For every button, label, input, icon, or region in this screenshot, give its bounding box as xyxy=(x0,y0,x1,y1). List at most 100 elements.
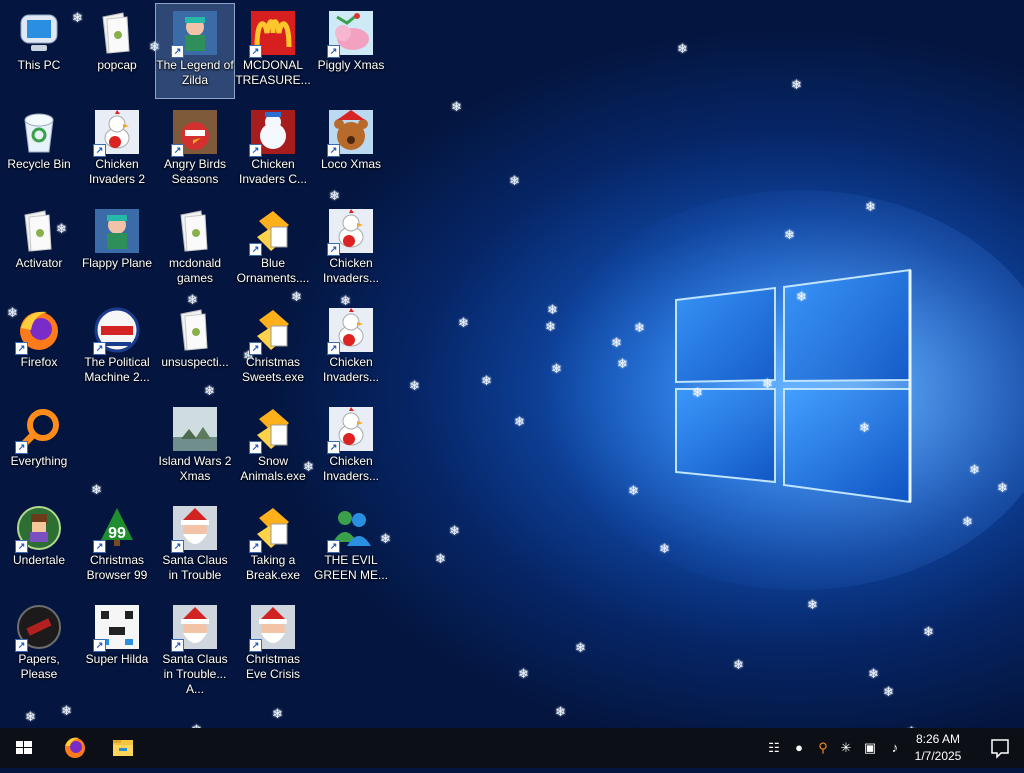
desktop-icon[interactable]: Island Wars 2 Xmas xyxy=(156,400,234,494)
desktop-icon[interactable]: ↗ Christmas Eve Crisis xyxy=(234,598,312,692)
shortcut-arrow-icon: ↗ xyxy=(327,45,340,58)
desktop-icon-label: This PC xyxy=(17,58,61,72)
action-center-button[interactable] xyxy=(976,728,1024,768)
snowflake: ❄ xyxy=(545,319,556,334)
computer-icon xyxy=(15,9,63,57)
desktop-icon[interactable]: ↗ Taking a Break.exe xyxy=(234,499,312,593)
snowflake-icon[interactable]: ✳ xyxy=(838,740,854,756)
desktop-icon[interactable]: ↗ Papers, Please xyxy=(0,598,78,692)
desktop-icon-label: Recycle Bin xyxy=(7,157,71,171)
snowflake: ❄ xyxy=(659,541,670,556)
desktop-icon[interactable]: ↗ Undertale xyxy=(0,499,78,593)
clock[interactable]: 8:26 AM 1/7/2025 xyxy=(905,731,971,765)
snowflake: ❄ xyxy=(91,482,102,497)
windows-start-icon xyxy=(16,741,32,754)
desktop-icon-label: Flappy Plane xyxy=(81,256,153,270)
desktop-icon[interactable]: Activator xyxy=(0,202,78,296)
desktop-icon[interactable]: ↗ Chicken Invaders 2 xyxy=(78,103,156,197)
desktop-icon[interactable]: ↗ Firefox xyxy=(0,301,78,395)
desktop-icon[interactable]: Flappy Plane xyxy=(78,202,156,296)
desktop-icon-label: The Political Machine 2... xyxy=(84,355,150,384)
desktop[interactable]: ❄ ❄ ❄ ❄ ❄ ❄ ❄ ❄ ❄ ❄ ❄ ❄ ❄ ❄ ❄ ❄ ❄ ❄ ❄ ❄ ❄ ❄ ❄ ❄ ❄ ❄ ❄ ❄ ❄ ❄ ❄ ❄ ❄ ❄ ❄ ❄ ❄ ❄ ❄ ❄… xyxy=(0,0,1024,728)
snowflake: ❄ xyxy=(692,385,703,400)
snowflake: ❄ xyxy=(634,320,645,335)
shortcut-arrow-icon: ↗ xyxy=(249,441,262,454)
snowflake: ❄ xyxy=(859,420,870,435)
desktop-icon[interactable]: popcap xyxy=(78,4,156,98)
snowflake: ❄ xyxy=(25,709,36,724)
shortcut-arrow-icon: ↗ xyxy=(249,639,262,652)
shortcut-arrow-icon: ↗ xyxy=(249,243,262,256)
desktop-icon[interactable]: ↗ Everything xyxy=(0,400,78,494)
desktop-icon-label: MCDONAL TREASURE... xyxy=(235,58,311,87)
snowflake: ❄ xyxy=(481,373,492,388)
start-button[interactable] xyxy=(0,728,48,768)
snowflake: ❄ xyxy=(868,666,879,681)
desktop-icon[interactable]: ↗ Santa Claus in Trouble xyxy=(156,499,234,593)
drop-icon[interactable]: ● xyxy=(791,740,807,756)
desktop-icon[interactable]: ↗ Loco Xmas xyxy=(312,103,390,197)
desktop-icon[interactable]: ↗ Blue Ornaments.... xyxy=(234,202,312,296)
desktop-icon[interactable]: ↗ The Legend of Zilda xyxy=(155,3,235,99)
desktop-icon-label: Undertale xyxy=(12,553,66,567)
svg-text:99: 99 xyxy=(108,525,126,542)
desktop-icon[interactable]: ↗ Chicken Invaders... xyxy=(312,400,390,494)
desktop-icon[interactable]: 99 ↗ Christmas Browser 99 xyxy=(78,499,156,593)
desktop-icon-label: Christmas Browser 99 xyxy=(86,553,148,582)
game-icon xyxy=(93,207,141,255)
desktop-icon-label: Taking a Break.exe xyxy=(245,553,301,582)
shortcut-arrow-icon: ↗ xyxy=(15,441,28,454)
shortcut-arrow-icon: ↗ xyxy=(93,342,106,355)
desktop-icon[interactable]: ↗ Snow Animals.exe xyxy=(234,400,312,494)
desktop-icon[interactable]: ↗ Angry Birds Seasons xyxy=(156,103,234,197)
volume-muted-icon[interactable]: ♪ xyxy=(887,740,903,756)
clock-time: 8:26 AM xyxy=(915,732,961,746)
shortcut-arrow-icon: ↗ xyxy=(249,342,262,355)
desktop-icon[interactable]: ↗ THE EVIL GREEN ME... xyxy=(312,499,390,593)
desktop-icon[interactable]: ↗ Santa Claus in Trouble... A... xyxy=(156,598,234,696)
desktop-icon[interactable]: ↗ The Political Machine 2... xyxy=(78,301,156,395)
taskbar-firefox-button[interactable] xyxy=(51,728,99,768)
desktop-icon-label: popcap xyxy=(97,58,137,72)
desktop-icon[interactable]: ↗ Chicken Invaders... xyxy=(312,202,390,296)
clock-date: 1/7/2025 xyxy=(914,749,962,763)
snowflake: ❄ xyxy=(677,41,688,56)
desktop-icon[interactable]: ↗ Christmas Sweets.exe xyxy=(234,301,312,395)
search-icon[interactable]: ⚲ xyxy=(815,740,831,756)
desktop-icon-label: Santa Claus in Trouble... A... xyxy=(162,652,228,696)
snowflake: ❄ xyxy=(272,706,283,721)
snowflake: ❄ xyxy=(61,703,72,718)
taskbar-file-explorer-button[interactable] xyxy=(99,728,147,768)
shortcut-arrow-icon: ↗ xyxy=(171,639,184,652)
desktop-icon-label: Activator xyxy=(15,256,63,270)
desktop-icon-label: mcdonald games xyxy=(168,256,222,285)
desktop-icon[interactable]: ↗ MCDONAL TREASURE... xyxy=(234,4,312,98)
desktop-icon[interactable]: This PC xyxy=(0,4,78,98)
desktop-icon-label: Chicken Invaders... xyxy=(322,454,380,483)
desktop-icon[interactable]: unsuspecti... xyxy=(156,301,234,395)
snowflake: ❄ xyxy=(611,335,622,350)
shortcut-arrow-icon: ↗ xyxy=(327,342,340,355)
desktop-icon[interactable]: ↗ Chicken Invaders... xyxy=(312,301,390,395)
desktop-icon[interactable]: ↗ Super Hilda xyxy=(78,598,156,692)
snowflake: ❄ xyxy=(796,289,807,304)
snowflake: ❄ xyxy=(628,483,639,498)
snowflake: ❄ xyxy=(509,173,520,188)
shortcut-arrow-icon: ↗ xyxy=(15,342,28,355)
shortcut-arrow-icon: ↗ xyxy=(249,144,262,157)
desktop-icon[interactable]: ↗ Piggly Xmas xyxy=(312,4,390,98)
shortcut-arrow-icon: ↗ xyxy=(171,540,184,553)
network-icon[interactable]: ▣ xyxy=(862,740,878,756)
desktop-icon[interactable]: mcdonald games xyxy=(156,202,234,296)
desktop-icon-label: Papers, Please xyxy=(18,652,60,681)
folder-icon xyxy=(171,207,219,255)
snowflake: ❄ xyxy=(555,704,566,719)
desktop-icon[interactable]: Recycle Bin xyxy=(0,103,78,197)
snowflake: ❄ xyxy=(449,523,460,538)
desktop-icon[interactable]: ↗ Chicken Invaders C... xyxy=(234,103,312,197)
desktop-icon-label: Everything xyxy=(10,454,68,468)
desktop-icon-label: Loco Xmas xyxy=(320,157,382,171)
network-printer-icon[interactable]: ☷ xyxy=(766,740,782,756)
desktop-icon-label: Island Wars 2 Xmas xyxy=(158,454,232,483)
desktop-icon-label: Christmas Eve Crisis xyxy=(245,652,300,681)
